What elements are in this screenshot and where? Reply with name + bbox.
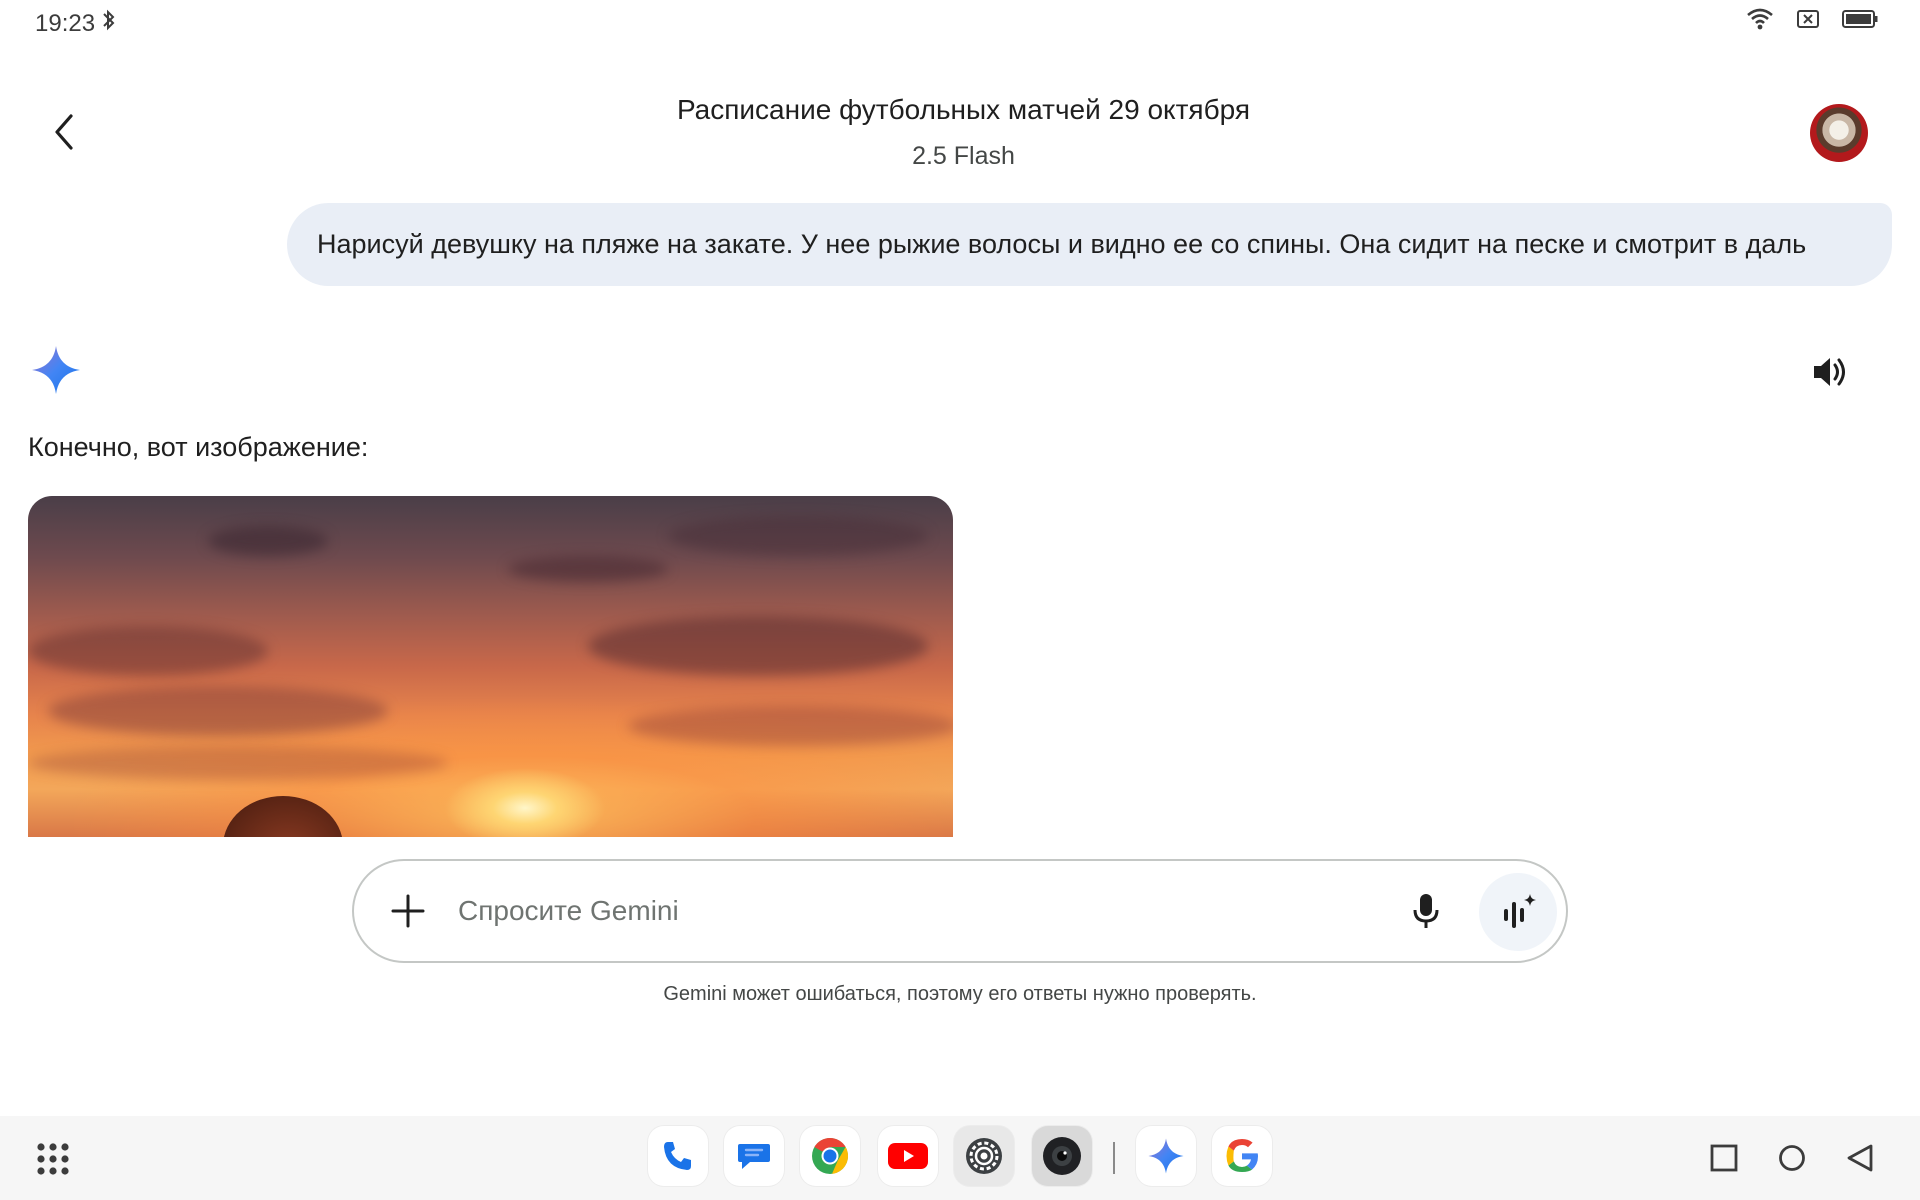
read-aloud-button[interactable] [1808,350,1852,394]
dock-divider [1113,1142,1115,1174]
square-icon [1710,1144,1738,1172]
apps-grid-icon [37,1143,69,1175]
triangle-back-icon [1847,1144,1873,1172]
youtube-icon [888,1143,928,1169]
recents-button[interactable] [1704,1138,1744,1178]
plus-icon [391,894,425,928]
dock-google[interactable] [1212,1126,1272,1186]
dock-youtube[interactable] [878,1126,938,1186]
dock-camera[interactable] [1032,1126,1092,1186]
microphone-icon [1413,894,1439,928]
wifi-icon [1746,8,1774,35]
girl-head [223,796,343,837]
conversation-title: Расписание футбольных матчей 29 октября [676,94,1251,125]
google-g-icon [1226,1139,1258,1172]
messages-icon [738,1144,770,1169]
microphone-button[interactable] [1402,887,1450,935]
status-bar-time: 19:23 [35,8,117,39]
disclaimer-text: Gemini может ошибаться, поэтому его отве… [663,983,1257,1005]
user-message-text: Нарисуй девушку на пляже на закате. У не… [317,229,1807,259]
add-attachment-button[interactable] [384,887,432,935]
gemini-icon [1148,1138,1184,1174]
gemini-live-button[interactable] [1479,873,1557,951]
model-selector[interactable]: 2.5 Flash [0,142,1920,171]
prompt-input[interactable] [458,885,1318,937]
prompt-bar [352,859,1568,963]
chrome-icon [812,1138,849,1174]
live-waveform-icon [1504,894,1536,928]
gemini-sparkle-icon [30,344,82,396]
camera-icon [1043,1137,1081,1175]
user-message-bubble: Нарисуй девушку на пляже на закате. У не… [287,203,1892,286]
app-drawer-button[interactable] [36,1142,70,1176]
bluetooth-icon [101,8,117,39]
back-nav-button[interactable] [1840,1138,1880,1178]
response-text: Конечно, вот изображение: [28,432,369,462]
dock-chrome[interactable] [800,1126,860,1186]
dock-phone[interactable] [648,1126,708,1186]
status-bar-icons [1746,8,1878,35]
phone-icon [664,1142,691,1170]
dock-gemini[interactable] [1136,1126,1196,1186]
home-button[interactable] [1772,1138,1812,1178]
no-sim-icon [1796,8,1820,35]
battery-icon [1842,8,1878,35]
avatar[interactable] [1810,104,1868,162]
settings-gear-icon [966,1138,1002,1174]
dock-messages[interactable] [724,1126,784,1186]
dock-settings[interactable] [954,1126,1014,1186]
generated-image[interactable] [28,496,953,837]
clock: 19:23 [35,9,96,37]
circle-icon [1779,1145,1805,1171]
speaker-icon [1814,358,1845,386]
taskbar [0,1116,1920,1200]
